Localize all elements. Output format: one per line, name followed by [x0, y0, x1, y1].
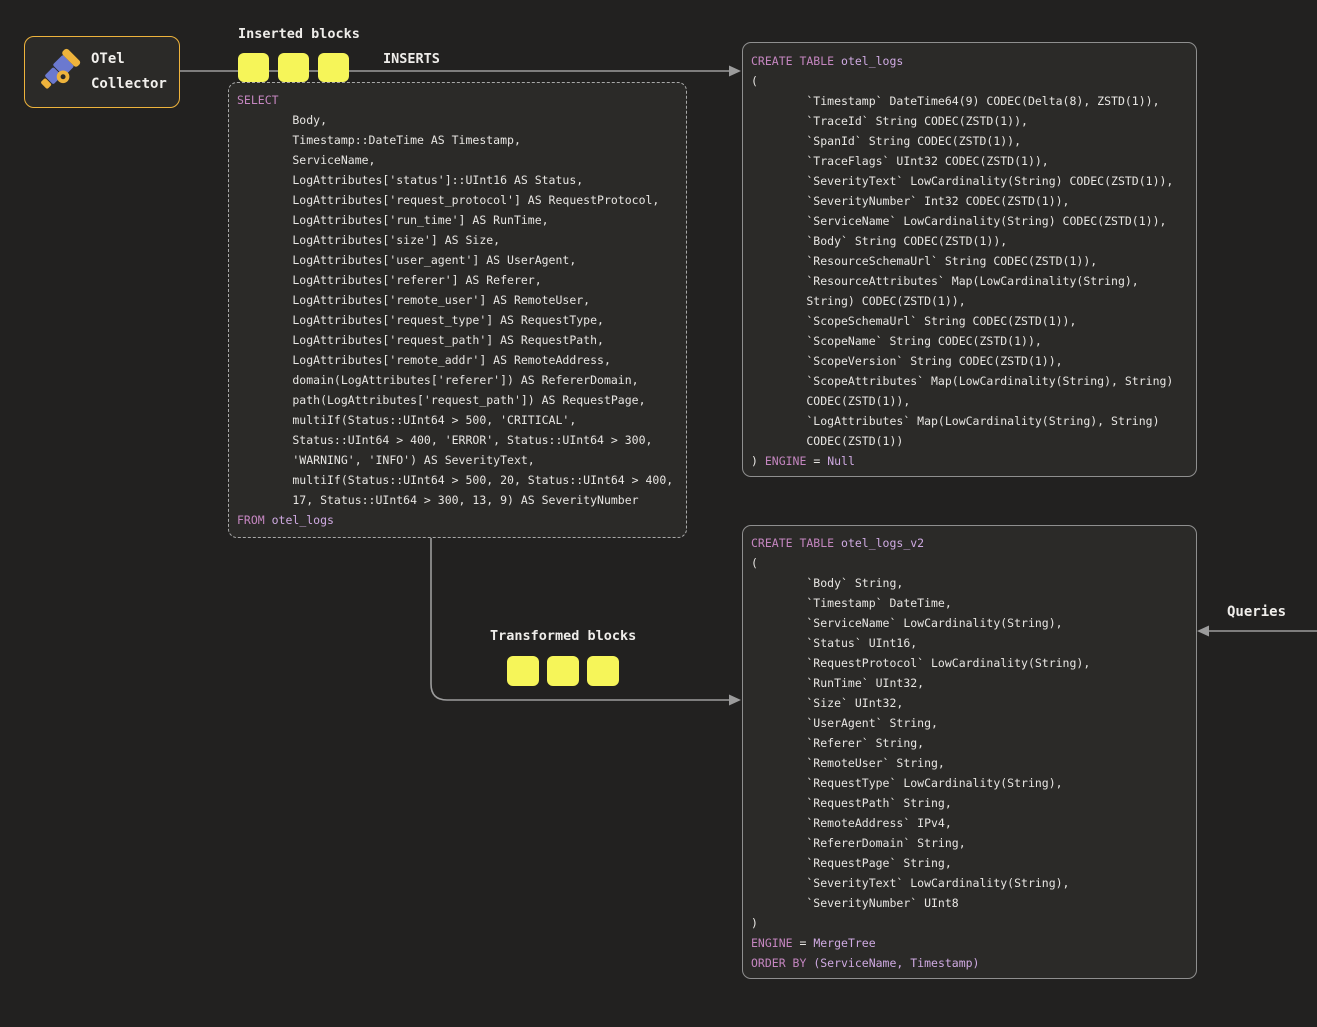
otel-collector-node: OTel Collector: [24, 36, 180, 108]
telescope-icon: [36, 47, 82, 97]
inserted-blocks-label: Inserted blocks: [238, 26, 360, 42]
inserted-block: [238, 53, 269, 82]
otel-clickhouse-flow-diagram: OTel Collector Inserted blocks INSERTS T…: [0, 0, 1317, 1027]
queries-label: Queries: [1227, 604, 1286, 620]
otel-collector-title: OTel Collector: [91, 47, 167, 97]
transformed-block: [587, 656, 619, 686]
transformed-blocks-label: Transformed blocks: [490, 628, 636, 644]
transform-arrow-line: [431, 538, 729, 700]
otel-title-line1: OTel: [91, 47, 167, 72]
create-table-otel-logs: CREATE TABLE otel_logs( `Timestamp` Date…: [742, 42, 1197, 477]
create-table-otel-logs-v2: CREATE TABLE otel_logs_v2( `Body` String…: [742, 525, 1197, 979]
inserted-block: [318, 53, 349, 82]
inserts-label: INSERTS: [383, 51, 440, 67]
transform-arrowhead-icon: [729, 695, 741, 706]
queries-arrowhead-icon: [1197, 626, 1209, 637]
inserts-arrowhead-icon: [729, 66, 741, 77]
transformed-block: [547, 656, 579, 686]
otel-title-line2: Collector: [91, 72, 167, 97]
transformed-block: [507, 656, 539, 686]
inserted-block: [278, 53, 309, 82]
materialized-view-select-query: SELECT Body, Timestamp::DateTime AS Time…: [228, 82, 687, 538]
